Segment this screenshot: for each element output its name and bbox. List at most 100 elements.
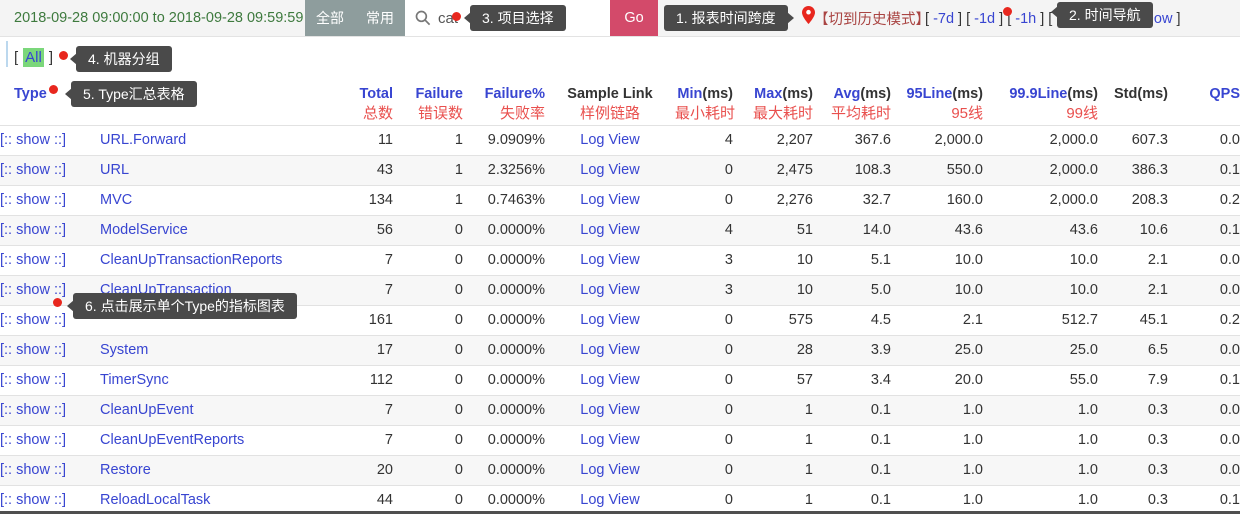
type-link-MVC[interactable]: MVC [100,192,132,208]
log-view-link[interactable]: Log View [580,462,639,478]
log-view-link[interactable]: Log View [580,432,639,448]
type-link-URL.Forward[interactable]: URL.Forward [100,132,186,148]
sort-link[interactable]: Min [677,86,702,102]
show-graph-link[interactable]: [:: show ::] [0,132,66,148]
cell-value: 25.0 [983,336,1098,366]
cell-value: 575 [733,306,813,336]
cell-value: 7 [335,426,393,456]
cell-value: 112 [335,366,393,396]
cell-value: 0.0 [1168,246,1240,276]
type-link-CleanUpEvent[interactable]: CleanUpEvent [100,402,194,418]
sort-link[interactable]: 95Line [906,86,952,102]
cell-value: 14.0 [813,216,891,246]
type-link-Restore[interactable]: Restore [100,462,151,478]
show-graph-link[interactable]: [:: show ::] [0,162,66,178]
cell-value: 7.9 [1098,366,1168,396]
cell-value: 11 [335,126,393,156]
cell-value: 0 [393,246,463,276]
sort-link[interactable]: Avg [834,86,861,102]
cell-value: 1.0 [983,396,1098,426]
annotation-dot-project-select [452,12,461,21]
cell-value: 0.0000% [463,426,545,456]
show-graph-link[interactable]: [:: show ::] [0,222,66,238]
type-link-ReloadLocalTask[interactable]: ReloadLocalTask [100,492,210,508]
show-graph-link[interactable]: [:: show ::] [0,312,66,328]
cell-value: 0.0000% [463,366,545,396]
log-view-link[interactable]: Log View [580,252,639,268]
cell-value: 0 [393,216,463,246]
log-view-link[interactable]: Log View [580,132,639,148]
type-link-CleanUpTransactionReports[interactable]: CleanUpTransactionReports [100,252,282,268]
cell-value: 1.0 [983,456,1098,486]
log-view-link[interactable]: Log View [580,492,639,508]
cell-value: 28 [733,336,813,366]
sort-link[interactable]: Total [359,86,393,102]
type-link-ModelService[interactable]: ModelService [100,222,188,238]
log-view-link[interactable]: Log View [580,402,639,418]
cell-value: 367.6 [813,126,891,156]
cell-value: 208.3 [1098,186,1168,216]
cell-value: 0.0 [1168,126,1240,156]
sort-link[interactable]: Failure% [485,86,545,102]
log-view-link[interactable]: Log View [580,282,639,298]
cell-value: 2.1 [1098,276,1168,306]
cell-value: 20.0 [891,366,983,396]
machine-group-all-link[interactable]: All [23,48,44,67]
cell-value: 10.0 [891,246,983,276]
cell-value: 2.1 [891,306,983,336]
log-view-link[interactable]: Log View [580,342,639,358]
scope-favorite-button[interactable]: 常用 [362,8,398,28]
switch-history-mode-link[interactable]: 【切到历史模式】 [814,0,930,37]
cell-value: 0 [675,426,733,456]
sort-link[interactable]: 99.9Line [1009,86,1067,102]
log-view-link[interactable]: Log View [580,162,639,178]
log-view-link[interactable]: Log View [580,222,639,238]
go-button[interactable]: Go [610,0,658,36]
log-view-link[interactable]: Log View [580,312,639,328]
show-graph-link[interactable]: [:: show ::] [0,252,66,268]
show-graph-link[interactable]: [:: show ::] [0,192,66,208]
col-header-total: Total总数 [335,80,393,126]
type-link-TimerSync[interactable]: TimerSync [100,372,169,388]
log-view-link[interactable]: Log View [580,192,639,208]
cell-value: 0.0000% [463,336,545,366]
cell-value: 0.1 [1168,216,1240,246]
sort-link[interactable]: Failure [415,86,463,102]
time-nav-link--1d[interactable]: -1d [974,11,995,27]
show-graph-link[interactable]: [:: show ::] [0,492,66,508]
tooltip-show-chart: 6. 点击展示单个Type的指标图表 [73,293,297,319]
sort-link[interactable]: Type [14,86,47,102]
cell-value: 45.1 [1098,306,1168,336]
cell-value: 25.0 [891,336,983,366]
sort-link[interactable]: QPS [1209,86,1240,102]
show-graph-link[interactable]: [:: show ::] [0,462,66,478]
type-link-System[interactable]: System [100,342,148,358]
show-graph-link[interactable]: [:: show ::] [0,372,66,388]
time-nav-link--1h[interactable]: -1h [1015,11,1036,27]
show-graph-link[interactable]: [:: show ::] [0,342,66,358]
type-link-URL[interactable]: URL [100,162,129,178]
type-link-CleanUpEventReports[interactable]: CleanUpEventReports [100,432,244,448]
cell-value: 0.1 [813,426,891,456]
log-view-link[interactable]: Log View [580,372,639,388]
cell-value: 1 [733,456,813,486]
cell-value: 5.1 [813,246,891,276]
cell-value: 7 [335,276,393,306]
show-graph-link[interactable]: [:: show ::] [0,282,66,298]
cell-value: 57 [733,366,813,396]
show-graph-link[interactable]: [:: show ::] [0,402,66,418]
cell-value: 2,276 [733,186,813,216]
cell-value: 0 [393,396,463,426]
cell-value: 1 [733,426,813,456]
cell-value: 2,000.0 [983,156,1098,186]
table-row: [:: show ::]System1700.0000%Log View0283… [0,336,1240,366]
annotation-dot-show-chart [53,298,62,307]
tooltip-type-table: 5. Type汇总表格 [71,81,197,107]
table-row: [:: show ::]CleanUpTransactionReports700… [0,246,1240,276]
show-graph-link[interactable]: [:: show ::] [0,432,66,448]
time-nav-link--7d[interactable]: -7d [933,11,954,27]
sort-link[interactable]: Max [754,86,782,102]
tooltip-time-span: 1. 报表时间跨度 [664,5,788,31]
col-header-avg: Avg(ms)平均耗时 [813,80,891,126]
scope-all-button[interactable]: 全部 [312,8,348,28]
